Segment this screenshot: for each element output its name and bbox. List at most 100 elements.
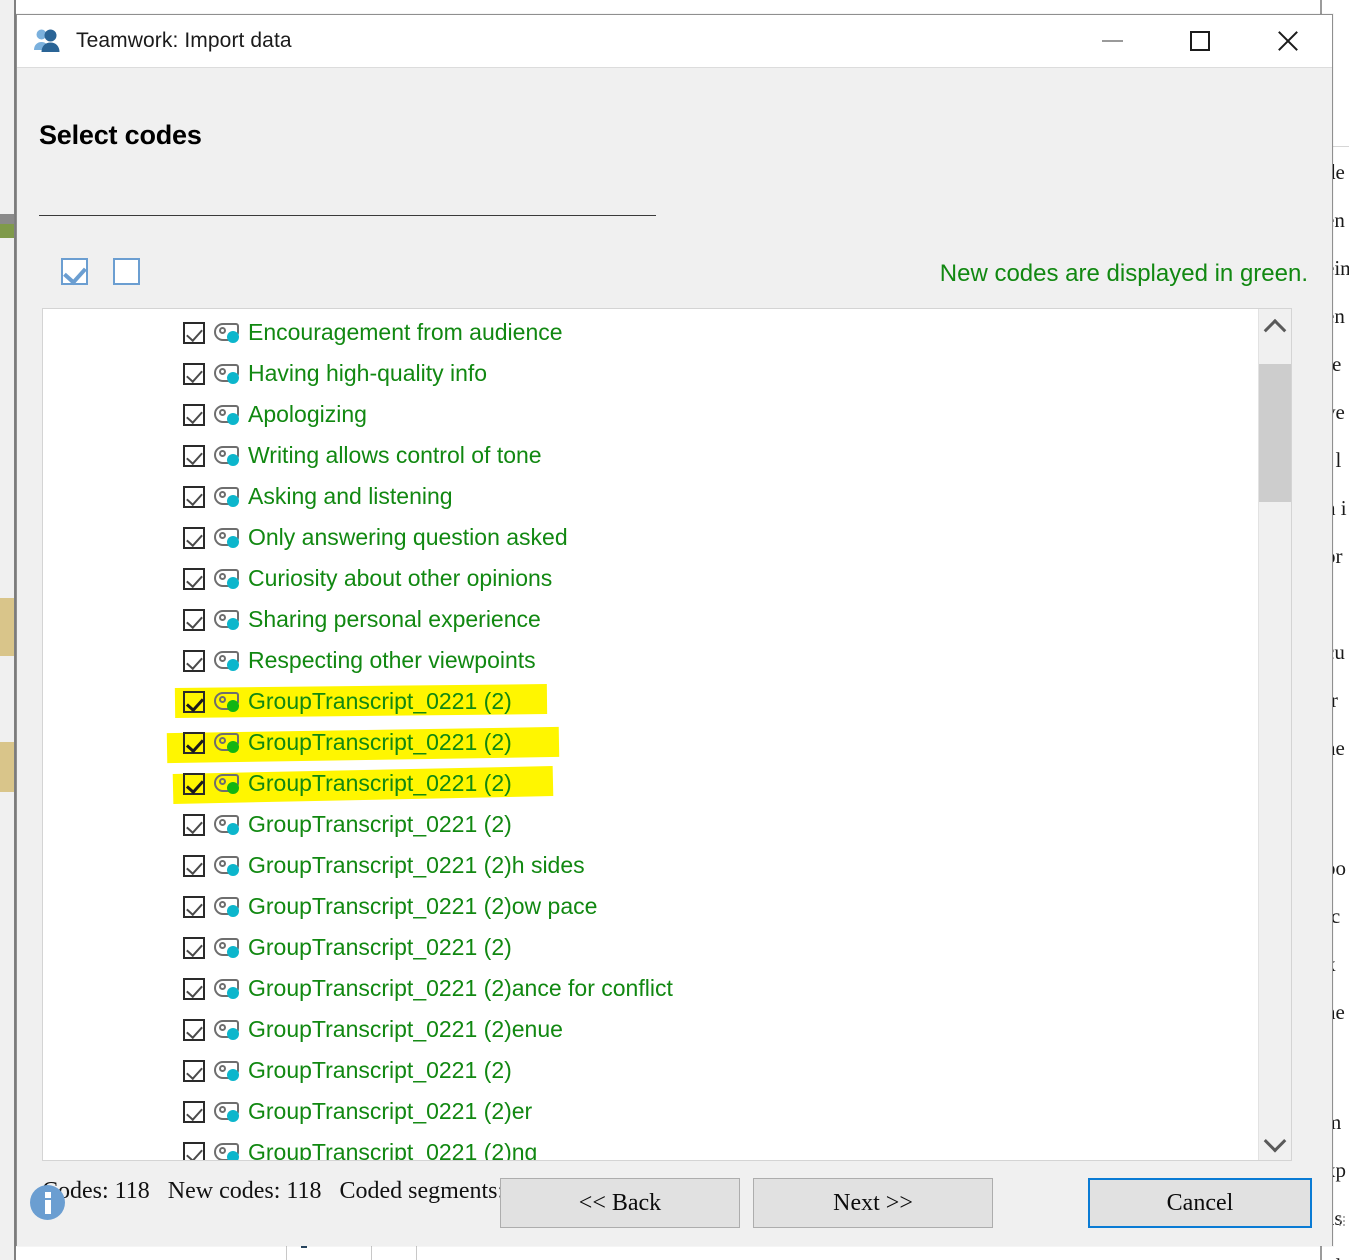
select-all-checkbox[interactable] bbox=[61, 258, 88, 285]
code-checkbox[interactable] bbox=[183, 1059, 205, 1082]
chevron-down-icon bbox=[1263, 1129, 1287, 1152]
scroll-down-button[interactable] bbox=[1259, 1127, 1291, 1160]
code-list-item[interactable]: GroupTranscript_0221 (2) bbox=[43, 1050, 1258, 1091]
code-memo-icon bbox=[214, 609, 241, 630]
code-checkbox[interactable] bbox=[183, 772, 205, 795]
code-label: GroupTranscript_0221 (2)ng bbox=[248, 1139, 538, 1160]
code-list-item[interactable]: GroupTranscript_0221 (2) bbox=[43, 804, 1258, 845]
code-memo-icon bbox=[214, 937, 241, 958]
dialog-content: Select codes New codes are displayed in … bbox=[17, 68, 1332, 1246]
import-data-dialog: Teamwork: Import data Select codes New c… bbox=[16, 14, 1333, 1246]
code-checkbox[interactable] bbox=[183, 1100, 205, 1123]
code-checkbox[interactable] bbox=[183, 731, 205, 754]
code-checkbox[interactable] bbox=[183, 362, 205, 385]
maximize-button[interactable] bbox=[1156, 15, 1244, 67]
page-title: Select codes bbox=[39, 120, 202, 150]
teamwork-people-icon bbox=[33, 26, 63, 56]
code-memo-icon bbox=[214, 1101, 241, 1122]
code-list-item[interactable]: Sharing personal experience bbox=[43, 599, 1258, 640]
code-list-item[interactable]: Encouragement from audience bbox=[43, 312, 1258, 353]
code-list-item[interactable]: GroupTranscript_0221 (2)ow pace bbox=[43, 886, 1258, 927]
code-checkbox[interactable] bbox=[183, 321, 205, 344]
code-checkbox[interactable] bbox=[183, 608, 205, 631]
code-memo-icon bbox=[214, 404, 241, 425]
code-checkbox[interactable] bbox=[183, 1018, 205, 1041]
code-checkbox[interactable] bbox=[183, 690, 205, 713]
code-checkbox[interactable] bbox=[183, 526, 205, 549]
cancel-button[interactable]: Cancel bbox=[1088, 1178, 1312, 1228]
code-checkbox[interactable] bbox=[183, 1141, 205, 1160]
code-checkbox[interactable] bbox=[183, 403, 205, 426]
dialog-titlebar: Teamwork: Import data bbox=[17, 15, 1332, 68]
background-gutter-mark bbox=[0, 598, 14, 656]
minimize-button[interactable] bbox=[1068, 15, 1156, 67]
select-toolbar bbox=[61, 258, 140, 285]
maximize-icon bbox=[1190, 31, 1210, 51]
background-gutter-mark bbox=[0, 214, 14, 224]
code-memo-icon bbox=[214, 1019, 241, 1040]
next-button[interactable]: Next >> bbox=[753, 1178, 993, 1228]
code-list-item[interactable]: GroupTranscript_0221 (2) bbox=[43, 763, 1258, 804]
code-list-item[interactable]: GroupTranscript_0221 (2)enue bbox=[43, 1009, 1258, 1050]
close-button[interactable] bbox=[1244, 15, 1332, 67]
code-memo-icon bbox=[214, 732, 241, 753]
code-list-item[interactable]: Writing allows control of tone bbox=[43, 435, 1258, 476]
code-list-item[interactable]: Asking and listening bbox=[43, 476, 1258, 517]
code-memo-icon bbox=[214, 322, 241, 343]
code-list-item[interactable]: GroupTranscript_0221 (2)ance for conflic… bbox=[43, 968, 1258, 1009]
code-label: GroupTranscript_0221 (2) bbox=[248, 811, 512, 837]
code-label: GroupTranscript_0221 (2) bbox=[248, 770, 512, 796]
code-checkbox[interactable] bbox=[183, 977, 205, 1000]
code-checkbox[interactable] bbox=[183, 936, 205, 959]
status-summary: Codes: 118 New codes: 118 Coded segments… bbox=[42, 1178, 547, 1204]
code-memo-icon bbox=[214, 855, 241, 876]
codes-listbox[interactable]: Encouragement from audience Having high-q… bbox=[42, 308, 1292, 1161]
code-checkbox[interactable] bbox=[183, 813, 205, 836]
scrollbar-thumb[interactable] bbox=[1259, 364, 1291, 502]
code-list-item[interactable]: Having high-quality info bbox=[43, 353, 1258, 394]
code-list-item[interactable]: GroupTranscript_0221 (2) bbox=[43, 681, 1258, 722]
code-memo-icon bbox=[214, 363, 241, 384]
code-list-item[interactable]: GroupTranscript_0221 (2)ng bbox=[43, 1132, 1258, 1160]
code-label: Respecting other viewpoints bbox=[248, 647, 536, 673]
code-checkbox[interactable] bbox=[183, 485, 205, 508]
code-checkbox[interactable] bbox=[183, 854, 205, 877]
code-checkbox[interactable] bbox=[183, 895, 205, 918]
code-label: Writing allows control of tone bbox=[248, 442, 542, 468]
code-checkbox[interactable] bbox=[183, 649, 205, 672]
code-memo-icon bbox=[214, 691, 241, 712]
code-list-item[interactable]: Curiosity about other opinions bbox=[43, 558, 1258, 599]
code-list-item[interactable]: GroupTranscript_0221 (2)h sides bbox=[43, 845, 1258, 886]
codes-list-scrollbar[interactable] bbox=[1258, 309, 1291, 1160]
resize-grip-icon bbox=[1339, 1216, 1347, 1226]
code-list-item[interactable]: GroupTranscript_0221 (2) bbox=[43, 722, 1258, 764]
back-button[interactable]: << Back bbox=[500, 1178, 740, 1228]
code-list-item[interactable]: GroupTranscript_0221 (2) bbox=[43, 927, 1258, 968]
code-label: GroupTranscript_0221 (2) bbox=[248, 729, 512, 755]
info-icon[interactable] bbox=[30, 1185, 65, 1220]
background-gutter-mark bbox=[0, 742, 14, 792]
code-checkbox[interactable] bbox=[183, 567, 205, 590]
code-label: Encouragement from audience bbox=[248, 319, 563, 345]
scroll-up-button[interactable] bbox=[1259, 309, 1291, 342]
code-memo-icon bbox=[214, 650, 241, 671]
code-list-item[interactable]: Apologizing bbox=[43, 394, 1258, 435]
code-label: Asking and listening bbox=[248, 483, 453, 509]
code-list-item[interactable]: GroupTranscript_0221 (2)er bbox=[43, 1091, 1258, 1132]
code-memo-icon bbox=[214, 773, 241, 794]
code-label: Apologizing bbox=[248, 401, 367, 427]
code-list-item[interactable]: Respecting other viewpoints bbox=[43, 640, 1258, 681]
dialog-title: Teamwork: Import data bbox=[76, 29, 292, 52]
code-checkbox[interactable] bbox=[183, 444, 205, 467]
code-label: Curiosity about other opinions bbox=[248, 565, 553, 591]
code-label: GroupTranscript_0221 (2)enue bbox=[248, 1016, 563, 1042]
dialog-footer: << Back Next >> Cancel bbox=[500, 1178, 1332, 1228]
code-label: GroupTranscript_0221 (2) bbox=[248, 1057, 512, 1083]
code-label: Having high-quality info bbox=[248, 360, 488, 386]
window-controls bbox=[1068, 15, 1332, 67]
code-memo-icon bbox=[214, 486, 241, 507]
code-memo-icon bbox=[214, 896, 241, 917]
deselect-all-checkbox[interactable] bbox=[113, 258, 140, 285]
code-list-item[interactable]: Only answering question asked bbox=[43, 517, 1258, 558]
minimize-icon bbox=[1101, 40, 1123, 42]
